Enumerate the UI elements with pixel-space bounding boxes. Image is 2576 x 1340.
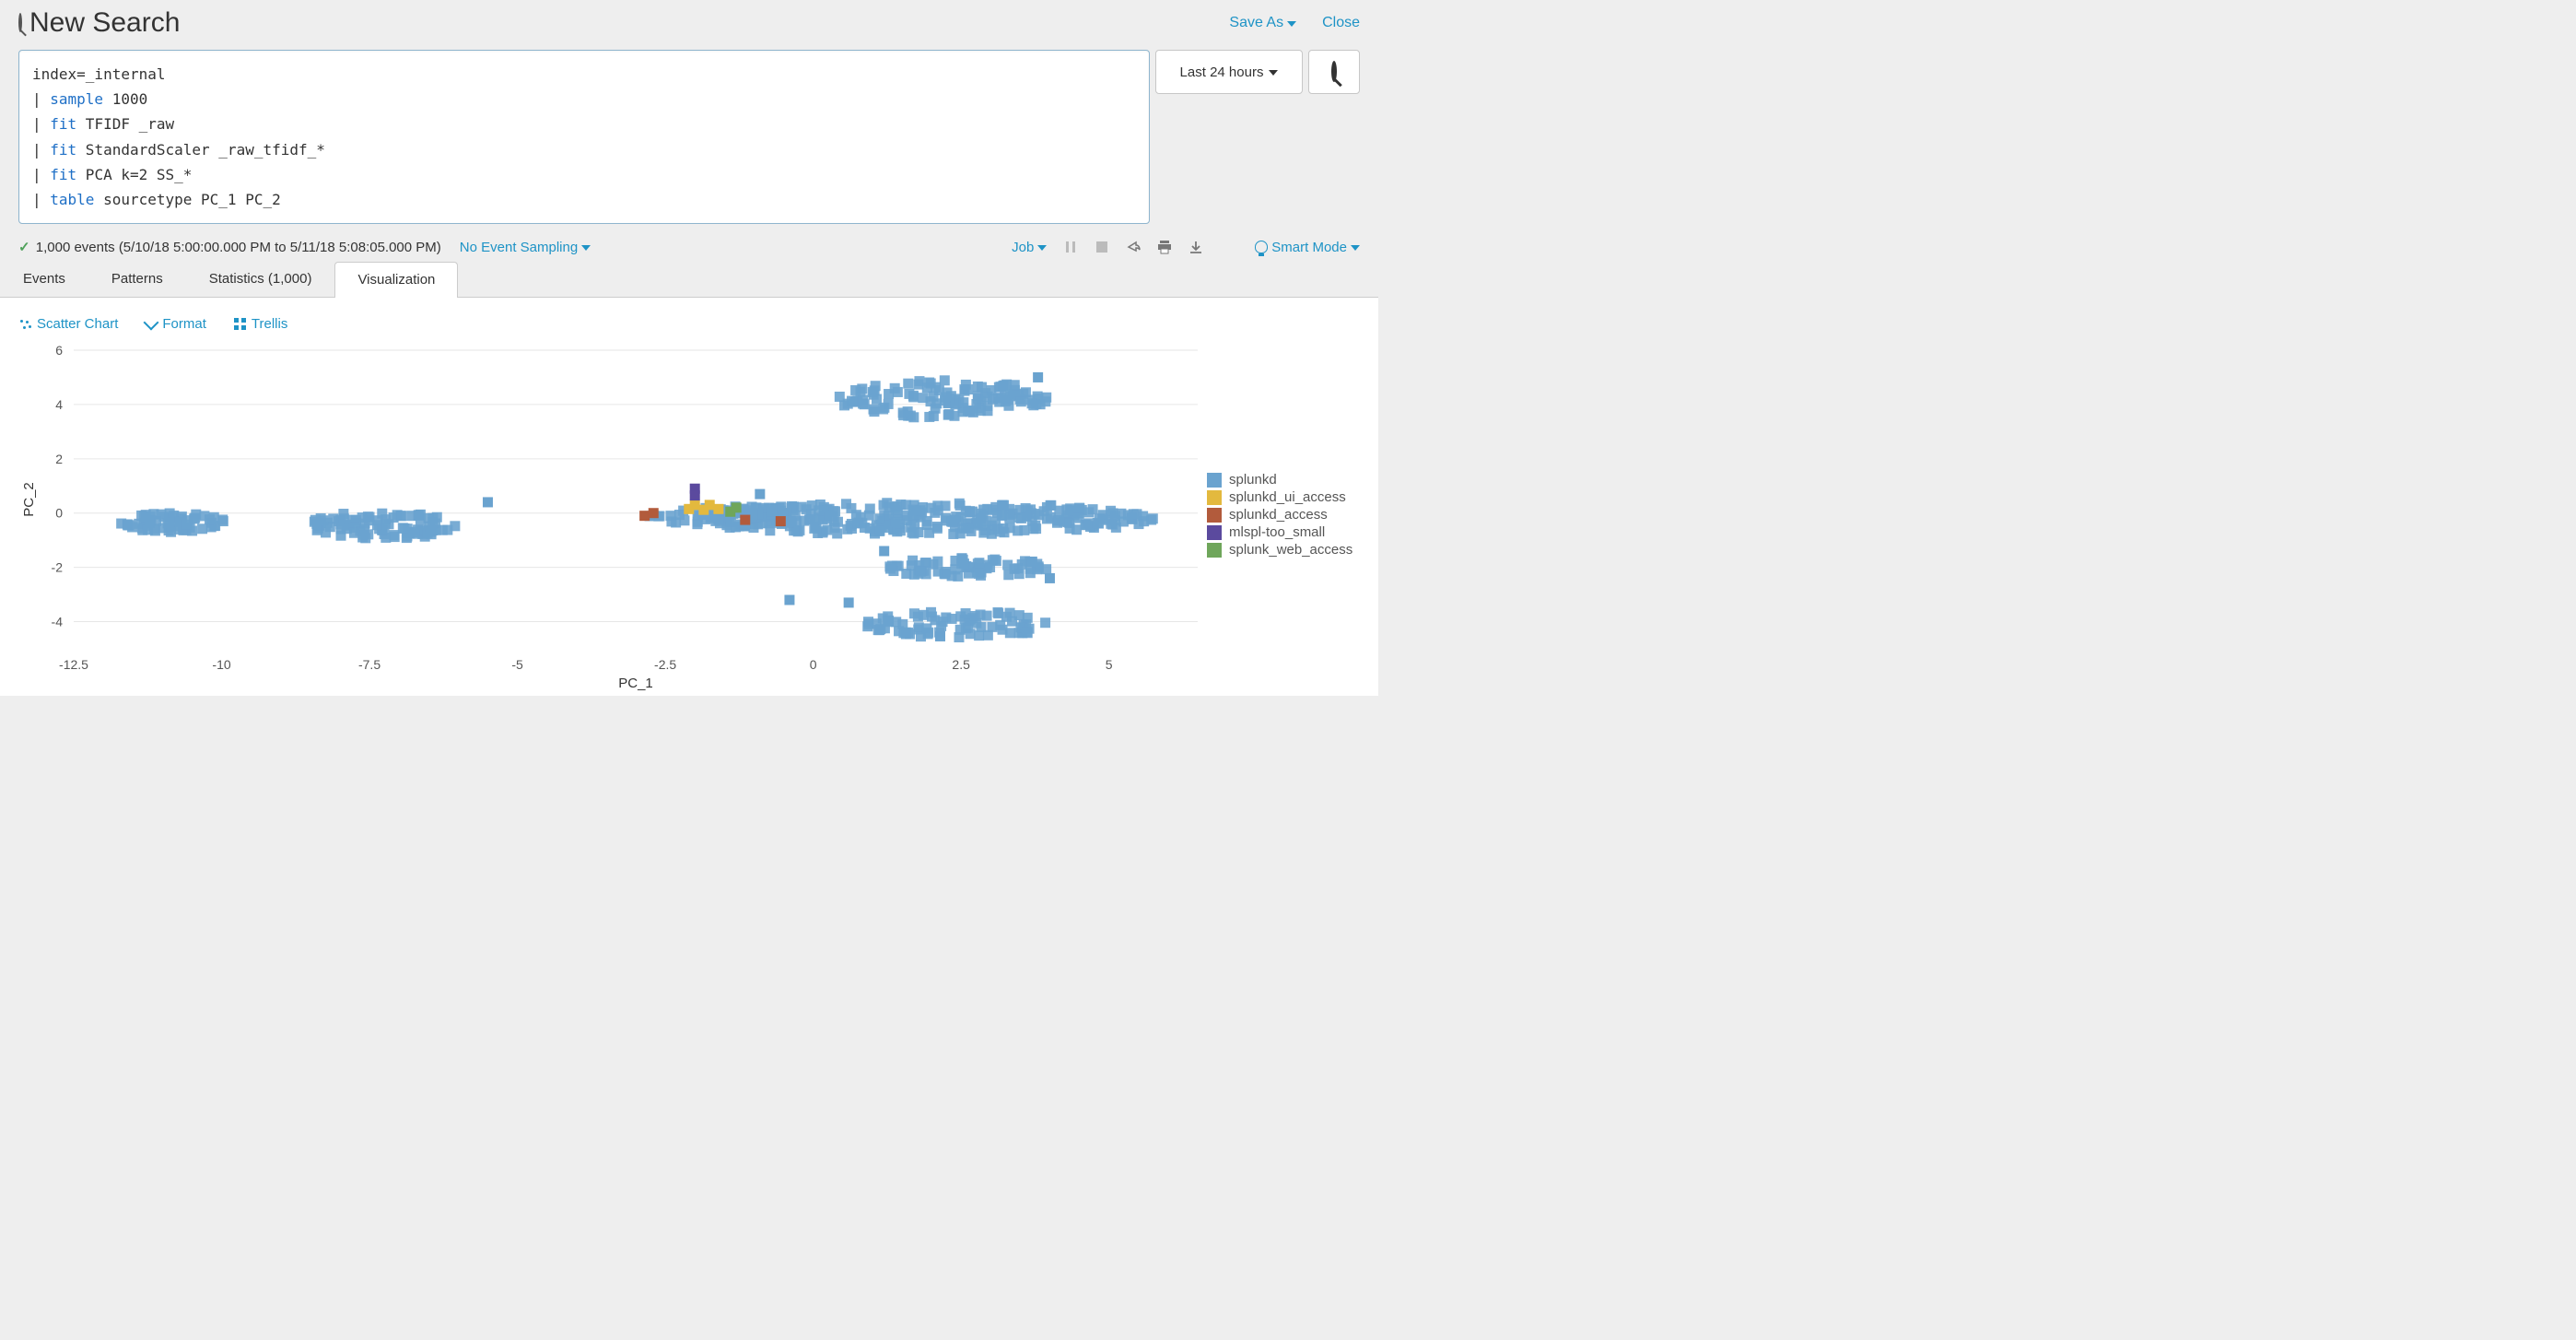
time-range-label: Last 24 hours (1180, 65, 1264, 80)
svg-text:-7.5: -7.5 (358, 657, 381, 672)
scatter-chart[interactable]: -4 -2 0 2 4 6 -12.5 -10 -7.5 -5 -2.5 0 2.5 5 PC_1 PC_2 (18, 341, 1207, 696)
svg-text:6: 6 (55, 343, 63, 358)
scatter-icon (18, 318, 31, 331)
chevron-down-icon (1269, 70, 1278, 76)
tab-events[interactable]: Events (0, 261, 88, 297)
page-title: New Search (29, 7, 180, 39)
chart-type-picker[interactable]: Scatter Chart (18, 316, 118, 332)
pause-icon[interactable] (1063, 240, 1078, 254)
legend-swatch (1207, 490, 1222, 505)
job-dropdown[interactable]: Job (1012, 240, 1047, 255)
pencil-icon (144, 314, 159, 330)
format-button[interactable]: Format (146, 316, 206, 332)
svg-text:-12.5: -12.5 (59, 657, 88, 672)
legend-label: mlspl-too_small (1229, 524, 1325, 540)
legend-swatch (1207, 473, 1222, 488)
legend-label: splunk_web_access (1229, 542, 1352, 558)
event-sampling-dropdown[interactable]: No Event Sampling (460, 240, 591, 255)
svg-text:0: 0 (810, 657, 817, 672)
sampling-label: No Event Sampling (460, 240, 578, 255)
stop-icon[interactable] (1095, 240, 1109, 254)
save-as-button[interactable]: Save As (1229, 15, 1296, 31)
svg-text:-2: -2 (52, 560, 64, 575)
header-bar: New Search Save As Close (0, 0, 1378, 50)
search-input[interactable]: index=_internal| sample 1000| fit TFIDF … (18, 50, 1150, 224)
svg-text:PC_1: PC_1 (618, 676, 653, 691)
share-icon[interactable] (1126, 240, 1141, 254)
svg-text:4: 4 (55, 397, 63, 412)
grid-icon (234, 318, 246, 330)
chart-type-label: Scatter Chart (37, 316, 118, 332)
legend-label: splunkd_access (1229, 507, 1328, 523)
legend-swatch (1207, 525, 1222, 540)
legend-label: splunkd (1229, 472, 1277, 488)
job-label: Job (1012, 240, 1034, 255)
legend-swatch (1207, 543, 1222, 558)
chevron-down-icon (1287, 21, 1296, 27)
check-icon: ✓ (18, 239, 30, 255)
trellis-label: Trellis (252, 316, 287, 332)
search-mode-dropdown[interactable]: Smart Mode (1255, 240, 1360, 255)
tab-bar: Events Patterns Statistics (1,000) Visua… (0, 261, 1378, 298)
search-icon (1331, 64, 1337, 80)
legend-item[interactable]: splunkd_ui_access (1207, 489, 1352, 505)
legend-swatch (1207, 508, 1222, 523)
print-icon[interactable] (1157, 240, 1172, 254)
svg-text:5: 5 (1106, 657, 1113, 672)
chart-legend: splunkdsplunkd_ui_access splunkd_accessml… (1207, 341, 1352, 559)
svg-text:-4: -4 (52, 615, 64, 629)
download-icon[interactable] (1188, 240, 1203, 254)
chevron-down-icon (581, 245, 591, 251)
legend-item[interactable]: splunkd (1207, 472, 1352, 488)
legend-item[interactable]: mlspl-too_small (1207, 524, 1352, 540)
chevron-down-icon (1351, 245, 1360, 251)
search-icon (18, 15, 22, 31)
svg-text:-10: -10 (212, 657, 230, 672)
legend-item[interactable]: splunkd_access (1207, 507, 1352, 523)
format-label: Format (162, 316, 206, 332)
chevron-down-icon (1037, 245, 1047, 251)
mode-label: Smart Mode (1271, 240, 1347, 255)
time-range-picker[interactable]: Last 24 hours (1155, 50, 1303, 94)
close-button[interactable]: Close (1322, 15, 1360, 31)
events-summary: ✓ 1,000 events (5/10/18 5:00:00.000 PM t… (18, 239, 441, 255)
run-search-button[interactable] (1308, 50, 1360, 94)
svg-text:PC_2: PC_2 (21, 482, 37, 517)
events-text: 1,000 events (5/10/18 5:00:00.000 PM to … (36, 240, 441, 255)
tab-statistics[interactable]: Statistics (1,000) (186, 261, 335, 297)
legend-label: splunkd_ui_access (1229, 489, 1346, 505)
svg-text:-2.5: -2.5 (654, 657, 676, 672)
svg-text:2: 2 (55, 452, 63, 466)
trellis-button[interactable]: Trellis (234, 316, 287, 332)
svg-text:-5: -5 (511, 657, 523, 672)
svg-text:0: 0 (55, 506, 63, 521)
bulb-icon (1255, 241, 1268, 253)
tab-patterns[interactable]: Patterns (88, 261, 186, 297)
svg-text:2.5: 2.5 (952, 657, 970, 672)
tab-visualization[interactable]: Visualization (334, 262, 458, 298)
save-as-label: Save As (1229, 15, 1283, 31)
legend-item[interactable]: splunk_web_access (1207, 542, 1352, 558)
